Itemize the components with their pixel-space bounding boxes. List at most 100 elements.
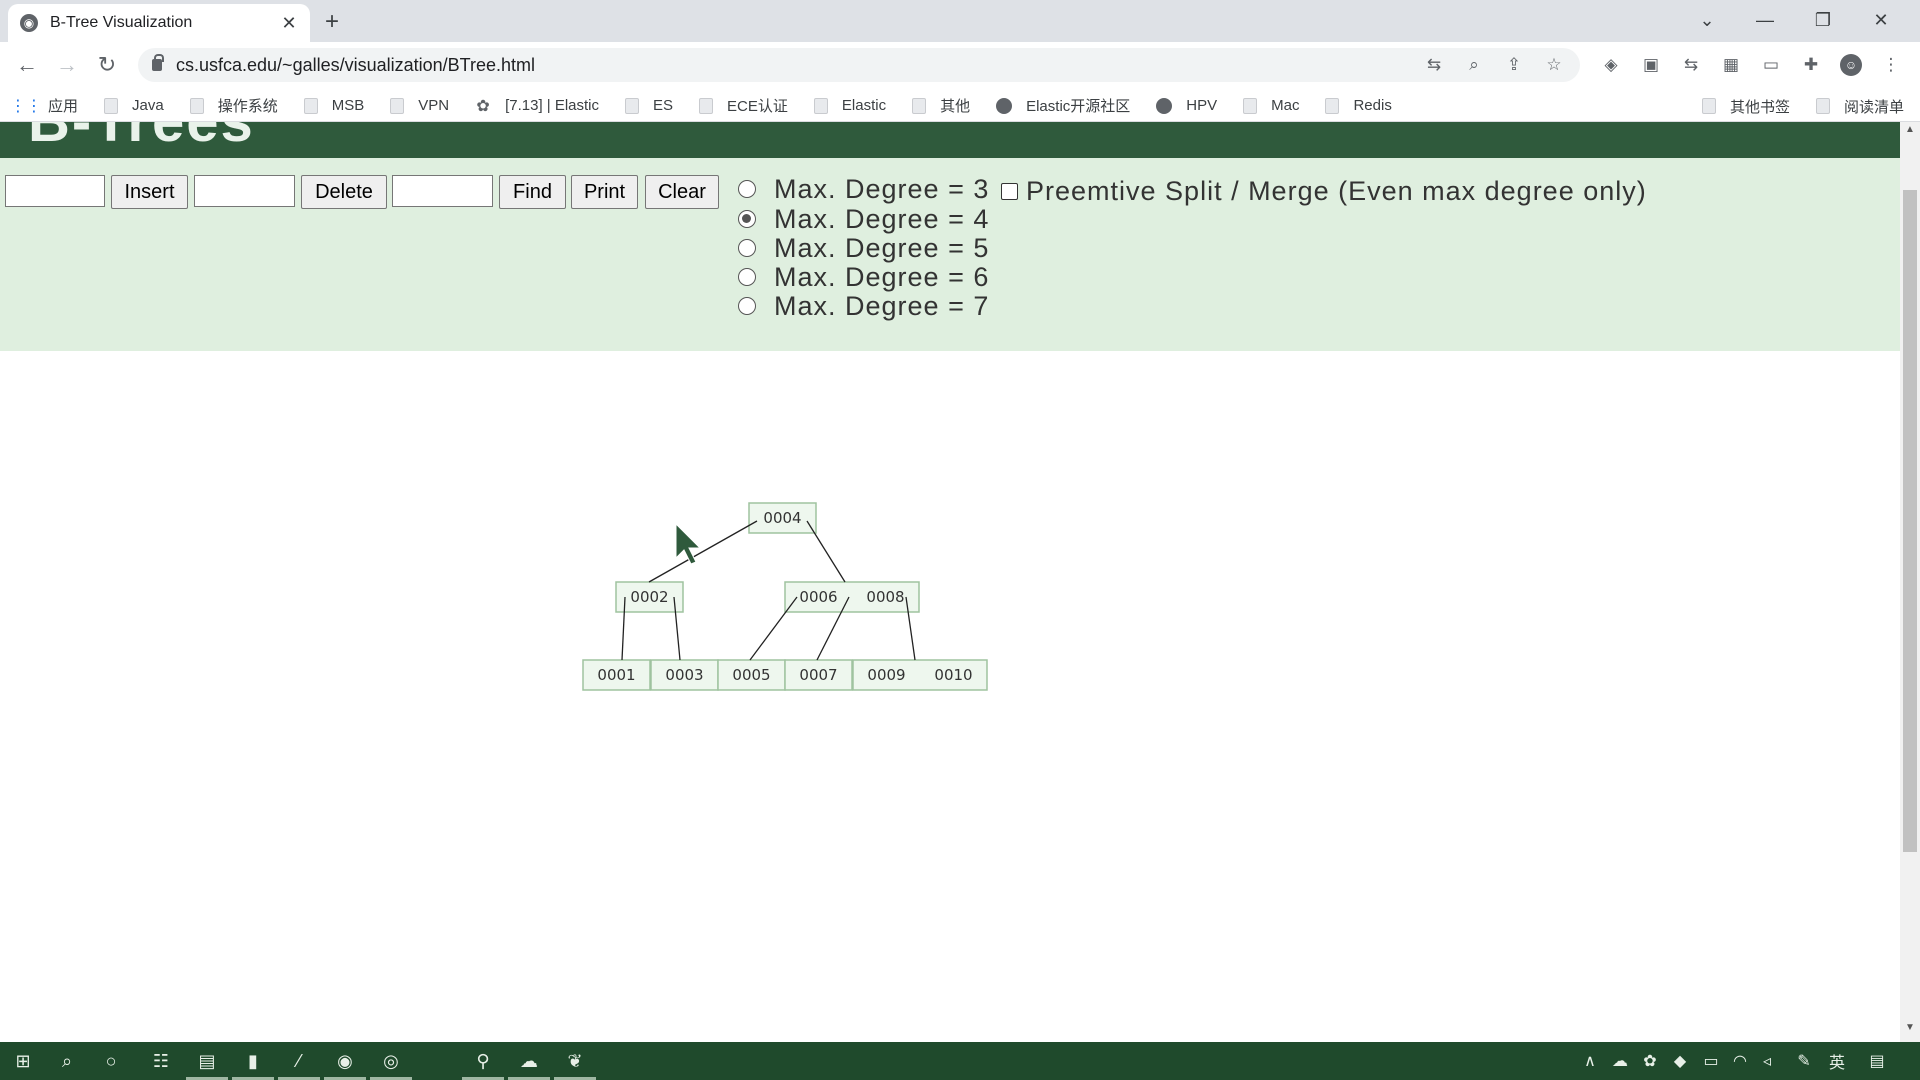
bookmark-item[interactable]: ES (625, 97, 673, 114)
bookmark-item[interactable]: 其他书签 (1701, 96, 1790, 117)
degree-radio[interactable] (738, 268, 756, 286)
bookmark-item[interactable]: 阅读清单 (1815, 96, 1904, 117)
zoom-icon[interactable]: ⌕ (1463, 54, 1485, 76)
btree-node: 0009 0010 (852, 659, 988, 691)
degree-option[interactable]: Max. Degree = 7 (738, 290, 989, 322)
scrollbar-thumb[interactable] (1903, 190, 1917, 852)
tray-app-icon[interactable]: ✿ (1640, 1048, 1660, 1074)
tray-battery-icon[interactable]: ▭ (1700, 1048, 1722, 1074)
taskbar-search-icon[interactable]: ⌕ (54, 1048, 80, 1074)
clear-button[interactable]: Clear (645, 175, 719, 209)
bookmark-item[interactable]: Elastic (813, 97, 886, 114)
degree-option[interactable]: Max. Degree = 4 (738, 203, 989, 235)
degree-label: Max. Degree = 7 (774, 290, 990, 321)
preemptive-checkbox[interactable] (1001, 183, 1018, 200)
print-button[interactable]: Print (571, 175, 638, 209)
bookmark-item[interactable]: Redis (1325, 97, 1392, 114)
browser-tab[interactable]: ◉ B-Tree Visualization ✕ (8, 4, 310, 42)
close-window-icon[interactable]: ✕ (1852, 4, 1910, 36)
bookmark-item[interactable]: Elastic开源社区 (996, 95, 1130, 116)
find-button[interactable]: Find (499, 175, 566, 209)
tray-volume-icon[interactable]: ◃ (1757, 1048, 1777, 1074)
editor-app-icon[interactable]: ⁄ (286, 1048, 312, 1074)
bookmark-item[interactable]: MSB (303, 97, 365, 114)
degree-option[interactable]: Max. Degree = 6 (738, 261, 989, 293)
bookmark-label: VPN (418, 97, 450, 114)
bookmark-item[interactable]: Java (104, 97, 164, 114)
notes-app-icon[interactable]: ▮ (240, 1048, 266, 1074)
menu-kebab-icon[interactable]: ⋮ (1880, 54, 1902, 76)
degree-option[interactable]: Max. Degree = 3 (738, 173, 989, 205)
folder-icon (813, 97, 828, 114)
scroll-up-arrow-icon[interactable]: ▲ (1900, 124, 1920, 140)
bookmark-label: MSB (331, 97, 365, 114)
tab-search-icon[interactable]: ⌄ (1678, 4, 1736, 36)
bookmark-item[interactable]: ⋮⋮ 应用 (10, 95, 78, 116)
bookmark-item[interactable]: ECE认证 (699, 95, 788, 116)
bookmark-item[interactable]: Mac (1243, 97, 1299, 114)
wechat-app-icon[interactable]: ☁ (516, 1048, 542, 1074)
new-tab-button[interactable]: + (325, 8, 339, 36)
delete-input[interactable] (194, 175, 295, 207)
insert-button[interactable]: Insert (111, 175, 188, 209)
search-app-icon[interactable]: ⚲ (470, 1048, 496, 1074)
btree-node: 0004 (748, 502, 817, 534)
ime-indicator[interactable]: 英 (1826, 1048, 1848, 1074)
degree-label: Max. Degree = 4 (774, 203, 990, 234)
scroll-down-arrow-icon[interactable]: ▼ (1900, 1022, 1920, 1038)
translate-icon[interactable]: ⇆ (1423, 54, 1445, 76)
degree-radio[interactable] (738, 297, 756, 315)
bookmark-item[interactable]: VPN (390, 97, 449, 114)
chrome-app-icon[interactable]: ◎ (378, 1048, 404, 1074)
restore-icon[interactable]: ❐ (1794, 4, 1852, 36)
extension-1-icon[interactable]: ◈ (1600, 54, 1622, 76)
bookmark-item[interactable]: 操作系统 (189, 95, 278, 116)
bookmark-item[interactable]: HPV (1156, 97, 1217, 114)
extension-4-icon[interactable]: ▦ (1720, 54, 1742, 76)
forward-icon[interactable]: → (52, 50, 82, 80)
mouse-cursor-icon (675, 522, 702, 565)
extension-3-icon[interactable]: ⇆ (1680, 54, 1702, 76)
degree-radio[interactable] (738, 210, 756, 228)
preemptive-split-option[interactable]: Preemtive Split / Merge (Even max degree… (1001, 176, 1647, 207)
bookmark-item[interactable]: 其他 (912, 95, 970, 116)
close-tab-icon[interactable]: ✕ (280, 13, 298, 34)
delete-button[interactable]: Delete (301, 175, 387, 209)
extensions-puzzle-icon[interactable]: ✚ (1800, 54, 1822, 76)
minimize-icon[interactable]: — (1736, 4, 1794, 36)
extension-2-icon[interactable]: ▣ (1640, 54, 1662, 76)
profile-avatar[interactable]: ☺ (1840, 54, 1862, 76)
bookmark-star-icon[interactable]: ☆ (1543, 54, 1565, 76)
app-icon[interactable]: ❦ (562, 1048, 588, 1074)
folder-icon (1701, 98, 1716, 114)
degree-radio[interactable] (738, 180, 756, 198)
tray-shield-icon[interactable]: ◆ (1670, 1048, 1690, 1074)
url-text: cs.usfca.edu/~galles/visualization/BTree… (176, 54, 536, 75)
folder-icon (189, 97, 204, 114)
taskview-icon[interactable]: ☷ (148, 1048, 174, 1074)
btree-node: 0001 (582, 659, 651, 691)
share-icon[interactable]: ⇪ (1503, 54, 1525, 76)
find-input[interactable] (392, 175, 493, 207)
reading-list-icon (1815, 98, 1830, 114)
degree-radio[interactable] (738, 239, 756, 257)
reload-icon[interactable]: ↻ (92, 50, 122, 80)
cortana-circle-icon[interactable]: ○ (98, 1048, 124, 1074)
notification-center-icon[interactable]: ▤ (1866, 1048, 1888, 1074)
tray-pen-icon[interactable]: ✎ (1794, 1048, 1814, 1074)
file-explorer-icon[interactable]: ▤ (194, 1048, 220, 1074)
browser-app-icon[interactable]: ◉ (332, 1048, 358, 1074)
start-windows-icon[interactable]: ⊞ (10, 1048, 36, 1074)
tray-wechat-icon[interactable]: ☁ (1610, 1048, 1630, 1074)
tray-overflow-icon[interactable]: ∧ (1580, 1048, 1600, 1074)
bookmark-item[interactable]: ✿ [7.13] | Elastic (475, 97, 600, 115)
window-controls: ⌄ — ❐ ✕ (1678, 4, 1910, 36)
back-icon[interactable]: ← (12, 50, 42, 80)
degree-option[interactable]: Max. Degree = 5 (738, 232, 989, 264)
insert-input[interactable] (5, 175, 105, 207)
btree-key: 0001 (597, 666, 635, 684)
tray-wifi-icon[interactable]: ◠ (1730, 1048, 1750, 1074)
extension-5-icon[interactable]: ▭ (1760, 54, 1782, 76)
address-bar[interactable]: cs.usfca.edu/~galles/visualization/BTree… (138, 48, 1580, 82)
bookmark-label: [7.13] | Elastic (505, 97, 600, 114)
